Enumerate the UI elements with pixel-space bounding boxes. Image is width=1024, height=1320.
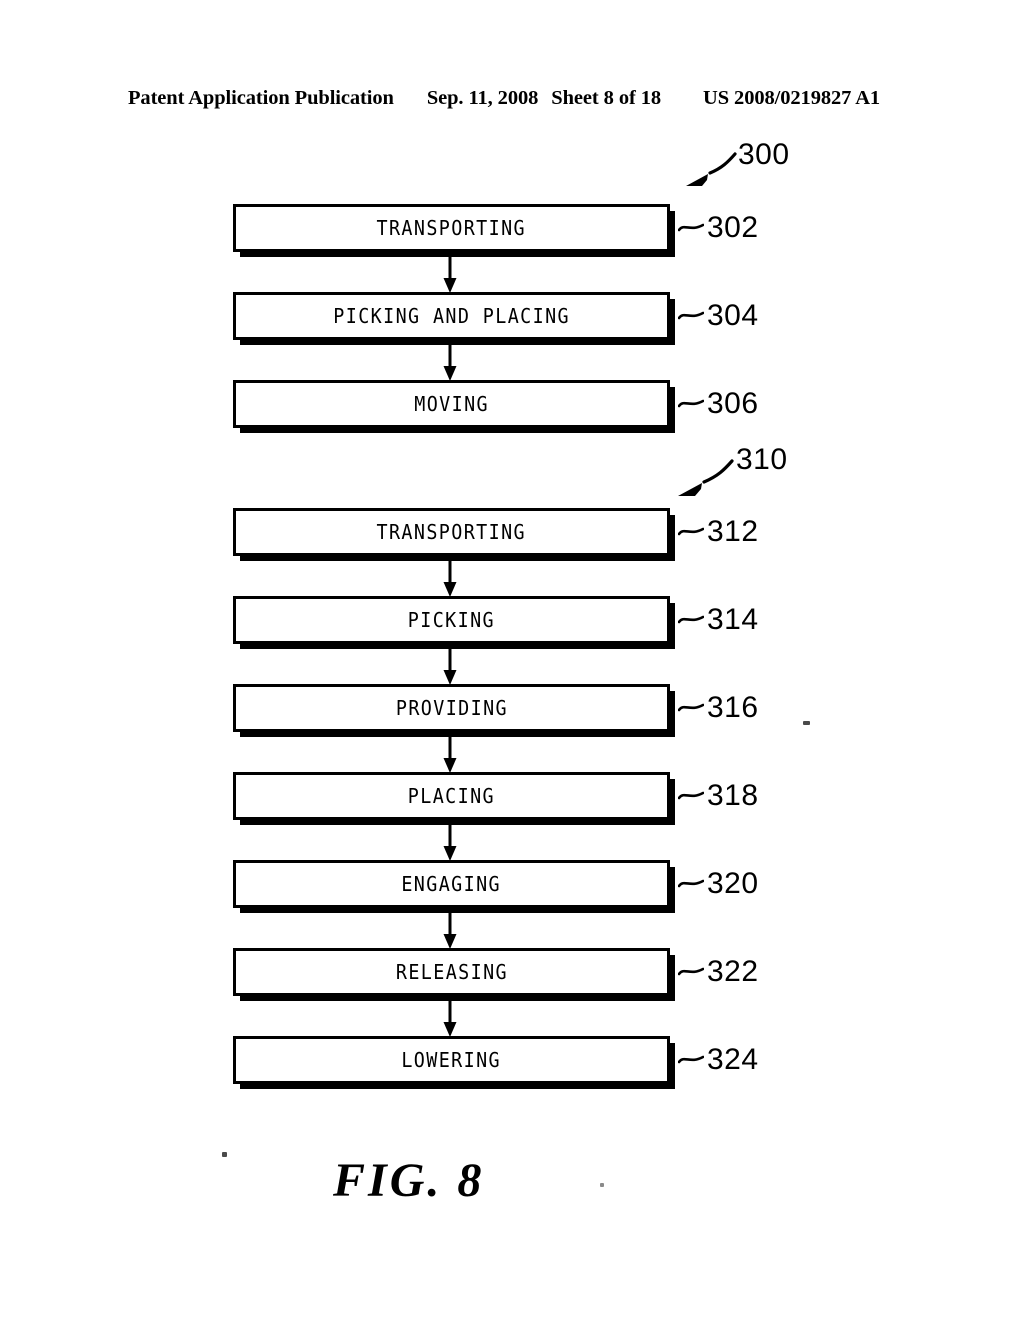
- reference-number: 318: [707, 779, 759, 812]
- scan-speck-artifact: [600, 1183, 604, 1187]
- step-box-picking-and-placing-304[interactable]: PICKING AND PLACING: [233, 292, 670, 340]
- step-label: MOVING: [414, 392, 489, 416]
- step-label: PICKING: [407, 608, 496, 632]
- leader-tilde-icon: [678, 223, 704, 232]
- step-label: ENGAGING: [401, 872, 502, 896]
- leader-tilde-icon: [678, 527, 704, 536]
- step-label: TRANSPORTING: [376, 216, 527, 240]
- reference-number: 312: [707, 515, 759, 548]
- reference-number: 320: [707, 867, 759, 900]
- step-box-engaging-320[interactable]: ENGAGING: [233, 860, 670, 908]
- patent-figure: 300 TRANSPORTING 302 PICKING AND PLACING…: [0, 0, 1024, 1320]
- step-label: TRANSPORTING: [376, 520, 527, 544]
- reference-numeral-322: 322: [678, 948, 759, 996]
- reference-number: 314: [707, 603, 759, 636]
- step-label: RELEASING: [395, 960, 508, 984]
- step-box-moving-306[interactable]: MOVING: [233, 380, 670, 428]
- step-box-lowering-324[interactable]: LOWERING: [233, 1036, 670, 1084]
- reference-number: 304: [707, 299, 759, 332]
- leader-tilde-icon: [678, 967, 704, 976]
- step-box-transporting-302[interactable]: TRANSPORTING: [233, 204, 670, 252]
- leader-tilde-icon: [678, 791, 704, 800]
- reference-numeral-318: 318: [678, 772, 759, 820]
- step-box-placing-318[interactable]: PLACING: [233, 772, 670, 820]
- reference-numeral-314: 314: [678, 596, 759, 644]
- reference-number: 316: [707, 691, 759, 724]
- callout-number-310: 310: [736, 443, 788, 476]
- leader-tilde-icon: [678, 399, 704, 408]
- connector-arrow-302-304-icon: [443, 252, 457, 293]
- leader-tilde-icon: [678, 703, 704, 712]
- step-label: PLACING: [407, 784, 496, 808]
- reference-numeral-316: 316: [678, 684, 759, 732]
- leader-tilde-icon: [678, 615, 704, 624]
- reference-numeral-324: 324: [678, 1036, 759, 1084]
- reference-numeral-312: 312: [678, 508, 759, 556]
- leader-tilde-icon: [678, 879, 704, 888]
- reference-number: 302: [707, 211, 759, 244]
- scan-speck-artifact: [803, 721, 810, 725]
- reference-numeral-302: 302: [678, 204, 759, 252]
- connector-arrow-316-318-icon: [443, 732, 457, 773]
- leader-tilde-icon: [678, 1055, 704, 1064]
- step-box-picking-314[interactable]: PICKING: [233, 596, 670, 644]
- reference-numeral-306: 306: [678, 380, 759, 428]
- step-label: LOWERING: [401, 1048, 502, 1072]
- scan-speck-artifact: [222, 1152, 227, 1157]
- reference-numeral-320: 320: [678, 860, 759, 908]
- connector-arrow-304-306-icon: [443, 340, 457, 381]
- reference-numeral-304: 304: [678, 292, 759, 340]
- step-box-providing-316[interactable]: PROVIDING: [233, 684, 670, 732]
- figure-caption: FIG. 8: [333, 1154, 485, 1207]
- group-callout-310: 310: [648, 445, 788, 507]
- group-callout-300: 300: [662, 140, 792, 200]
- reference-number: 324: [707, 1043, 759, 1076]
- reference-number: 306: [707, 387, 759, 420]
- step-label: PROVIDING: [395, 696, 508, 720]
- connector-arrow-322-324-icon: [443, 996, 457, 1037]
- step-label: PICKING AND PLACING: [333, 304, 570, 328]
- leader-tilde-icon: [678, 311, 704, 320]
- connector-arrow-314-316-icon: [443, 644, 457, 685]
- connector-arrow-312-314-icon: [443, 556, 457, 597]
- step-box-releasing-322[interactable]: RELEASING: [233, 948, 670, 996]
- step-box-transporting-312[interactable]: TRANSPORTING: [233, 508, 670, 556]
- connector-arrow-320-322-icon: [443, 908, 457, 949]
- callout-number-300: 300: [738, 138, 790, 171]
- reference-number: 322: [707, 955, 759, 988]
- connector-arrow-318-320-icon: [443, 820, 457, 861]
